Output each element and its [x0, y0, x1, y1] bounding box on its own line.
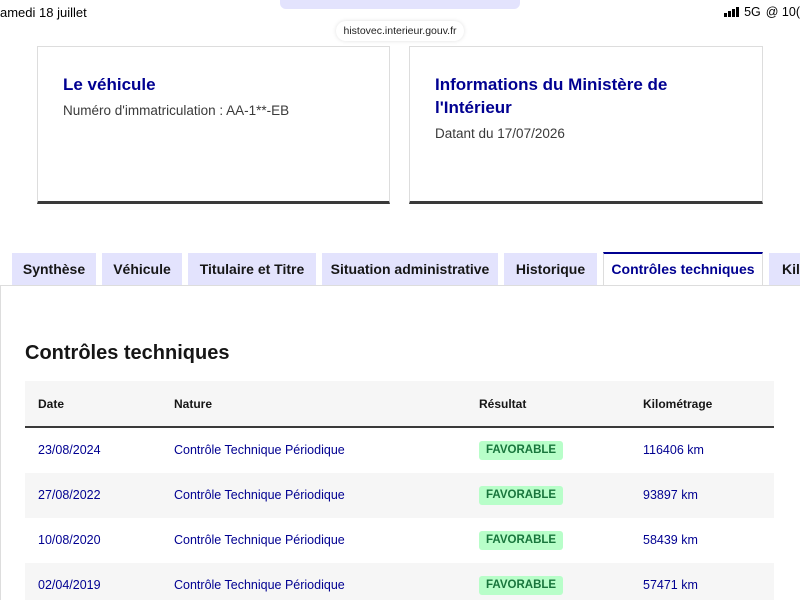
row-nature: Contrôle Technique Périodique	[174, 488, 345, 502]
tab-vehicule[interactable]: Véhicule	[102, 253, 182, 286]
signal-icon	[724, 7, 740, 17]
table-row: 23/08/2024 Contrôle Technique Périodique…	[25, 428, 774, 473]
status-time: amedi 18 juillet	[0, 5, 87, 20]
table-row: 10/08/2020 Contrôle Technique Périodique…	[25, 518, 774, 563]
tab-panel-left-border	[0, 285, 1, 600]
row-date: 02/04/2019	[38, 578, 101, 592]
row-mileage: 93897 km	[643, 488, 698, 502]
ministry-info-card: Informations du Ministère de l'Intérieur…	[409, 46, 763, 204]
table-row: 02/04/2019 Contrôle Technique Périodique…	[25, 563, 774, 600]
section-title: Contrôles techniques	[25, 342, 230, 364]
tab-situation-administrative[interactable]: Situation administrative	[322, 253, 498, 286]
row-nature: Contrôle Technique Périodique	[174, 533, 345, 547]
vehicle-card: Le véhicule Numéro d'immatriculation : A…	[37, 46, 390, 204]
data-date: Datant du 17/07/2026	[435, 126, 565, 141]
row-date: 27/08/2022	[38, 488, 101, 502]
ministry-card-title: Informations du Ministère de l'Intérieur	[435, 75, 668, 117]
table-row: 27/08/2022 Contrôle Technique Périodique…	[25, 473, 774, 518]
tab-titulaire[interactable]: Titulaire et Titre	[188, 253, 316, 286]
table-header: Date Nature Résultat Kilométrage	[25, 381, 774, 428]
row-date: 23/08/2024	[38, 443, 101, 457]
header-result: Résultat	[479, 397, 527, 411]
row-nature: Contrôle Technique Périodique	[174, 578, 345, 592]
row-mileage: 57471 km	[643, 578, 698, 592]
result-badge: FAVORABLE	[479, 576, 564, 595]
network-label: 5G	[744, 5, 761, 19]
url-label[interactable]: histovec.interieur.gouv.fr	[336, 21, 464, 41]
row-date: 10/08/2020	[38, 533, 101, 547]
tab-list: Synthèse Véhicule Titulaire et Titre Sit…	[0, 252, 800, 286]
header-date: Date	[38, 397, 65, 411]
tab-panel-border	[0, 285, 800, 286]
result-badge: FAVORABLE	[479, 486, 564, 505]
header-mileage: Kilométrage	[643, 397, 713, 411]
battery-label: @ 10(	[765, 5, 800, 19]
tab-historique[interactable]: Historique	[504, 253, 597, 286]
row-nature: Contrôle Technique Périodique	[174, 443, 345, 457]
header-nature: Nature	[174, 397, 213, 411]
tab-synthese[interactable]: Synthèse	[12, 253, 96, 286]
row-mileage: 58439 km	[643, 533, 698, 547]
vehicle-card-title: Le véhicule	[63, 75, 156, 94]
result-badge: FAVORABLE	[479, 441, 564, 460]
address-bar[interactable]	[280, 0, 520, 9]
result-badge: FAVORABLE	[479, 531, 564, 550]
plate-number: Numéro d'immatriculation : AA-1**-EB	[63, 103, 290, 118]
inspections-table: Date Nature Résultat Kilométrage 23/08/2…	[25, 381, 774, 600]
row-mileage: 116406 km	[643, 443, 704, 457]
status-indicators: 5G @ 10(	[724, 5, 800, 19]
status-bar: amedi 18 juillet histovec.interieur.gouv…	[0, 0, 800, 41]
tab-kilometrage[interactable]: Kilo	[769, 253, 800, 286]
tab-controles-techniques[interactable]: Contrôles techniques	[603, 252, 763, 286]
